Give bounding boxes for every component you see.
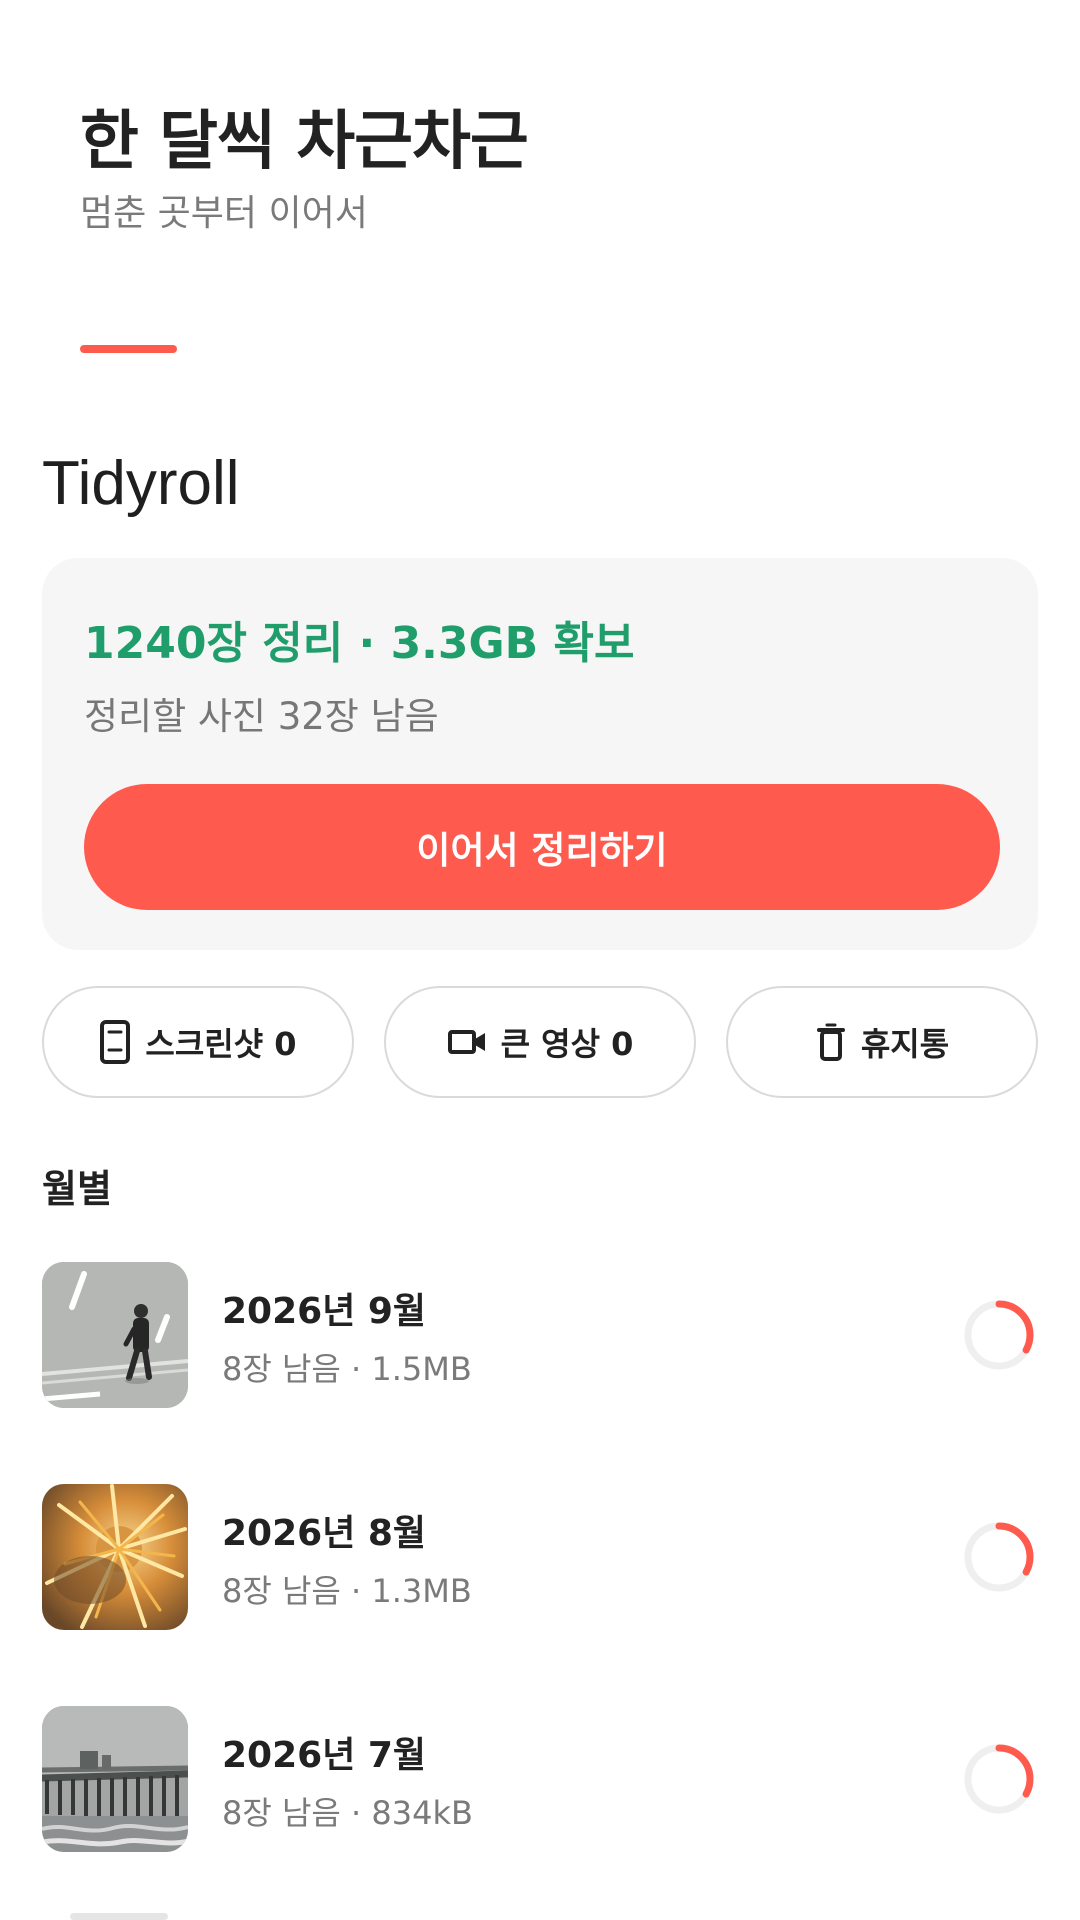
large-videos-filter-label: 큰 영상 0 — [500, 1025, 634, 1063]
accent-divider — [80, 345, 177, 353]
next-list-item-peek — [70, 1913, 168, 1920]
month-thumbnail-2026-09 — [42, 1262, 188, 1408]
large-videos-filter-chip[interactable]: 큰 영상 0 — [384, 986, 696, 1098]
trash-icon — [815, 1022, 847, 1062]
month-title: 2026년 9월 — [222, 1291, 427, 1332]
month-meta: 8장 남음 · 834kB — [222, 1794, 473, 1832]
continue-cleanup-button[interactable]: 이어서 정리하기 — [84, 784, 1000, 910]
video-camera-icon — [447, 1027, 487, 1057]
month-meta: 8장 남음 · 1.3MB — [222, 1572, 472, 1610]
photos-remaining: 정리할 사진 32장 남음 — [84, 695, 439, 738]
month-row-2026-07[interactable]: 2026년 7월 8장 남음 · 834kB — [42, 1706, 1038, 1852]
trash-filter-chip[interactable]: 휴지통 — [726, 986, 1038, 1098]
month-row-2026-08[interactable]: 2026년 8월 8장 남음 · 1.3MB — [42, 1484, 1038, 1630]
month-progress-ring — [964, 1522, 1034, 1592]
month-progress-ring — [964, 1300, 1034, 1370]
month-meta: 8장 남음 · 1.5MB — [222, 1350, 472, 1388]
month-thumbnail-2026-08 — [42, 1484, 188, 1630]
phone-icon — [99, 1019, 131, 1065]
page-subtitle: 멈춘 곳부터 이어서 — [80, 193, 368, 234]
month-row-2026-09[interactable]: 2026년 9월 8장 남음 · 1.5MB — [42, 1262, 1038, 1408]
monthly-section-title: 월별 — [42, 1167, 112, 1211]
month-title: 2026년 8월 — [222, 1513, 427, 1554]
month-title: 2026년 7월 — [222, 1735, 427, 1776]
month-progress-ring — [964, 1744, 1034, 1814]
page-title: 한 달씩 차근차근 — [80, 105, 529, 179]
month-thumbnail-2026-07 — [42, 1706, 188, 1852]
trash-filter-label: 휴지통 — [860, 1025, 950, 1063]
screenshots-filter-chip[interactable]: 스크린샷 0 — [42, 986, 354, 1098]
screenshots-filter-label: 스크린샷 0 — [145, 1025, 297, 1063]
app-title: Tidyroll — [42, 449, 240, 518]
cleanup-stats: 1240장 정리 · 3.3GB 확보 — [84, 618, 635, 669]
